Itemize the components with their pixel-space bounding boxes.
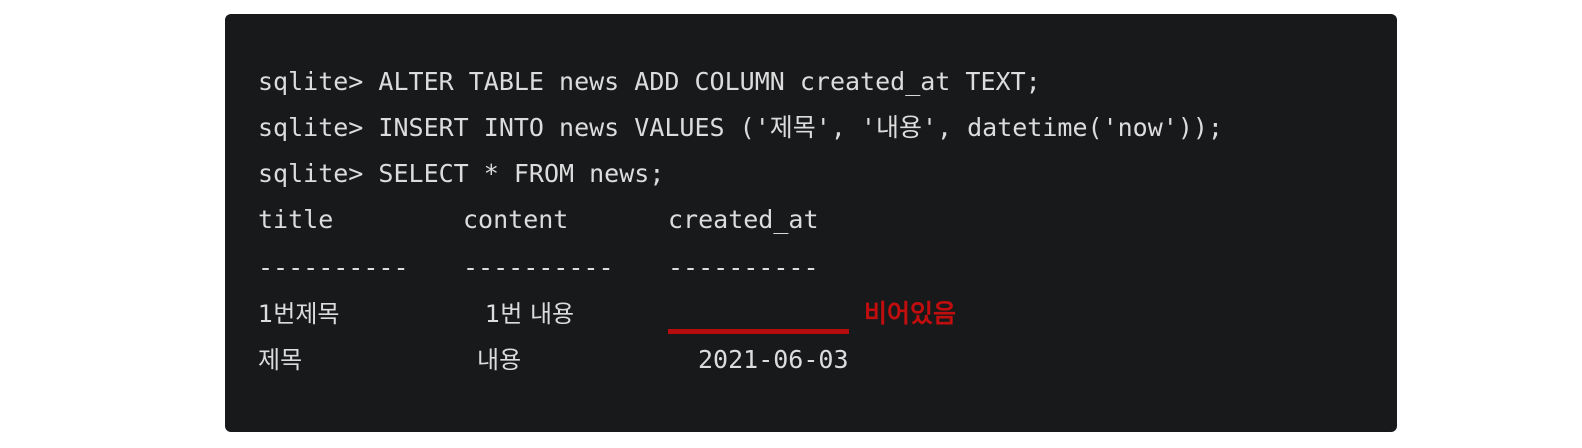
command-line-alter: sqlite> ALTER TABLE news ADD COLUMN crea… [258,67,1041,96]
column-header-title: title [258,205,334,234]
separator-content: ---------- [463,253,614,282]
row2-title: 제목 [258,346,303,374]
command-line-select: sqlite> SELECT * FROM news; [258,159,665,188]
command-line-insert: sqlite> INSERT INTO news VALUES ('제목', '… [258,113,1223,142]
empty-value-label: 비어있음 [864,299,957,328]
row1-content: 1번 내용 [485,300,575,328]
separator-title: ---------- [258,253,409,282]
row1-title: 1번제목 [258,300,340,328]
column-header-created-at: created_at [668,205,819,234]
empty-value-underline [668,329,849,334]
terminal-window: sqlite> ALTER TABLE news ADD COLUMN crea… [225,14,1397,432]
column-header-content: content [463,205,569,234]
separator-created-at: ---------- [668,253,819,282]
row2-created-at: 2021-06-03 [698,345,849,374]
row2-content: 내용 [477,346,522,374]
